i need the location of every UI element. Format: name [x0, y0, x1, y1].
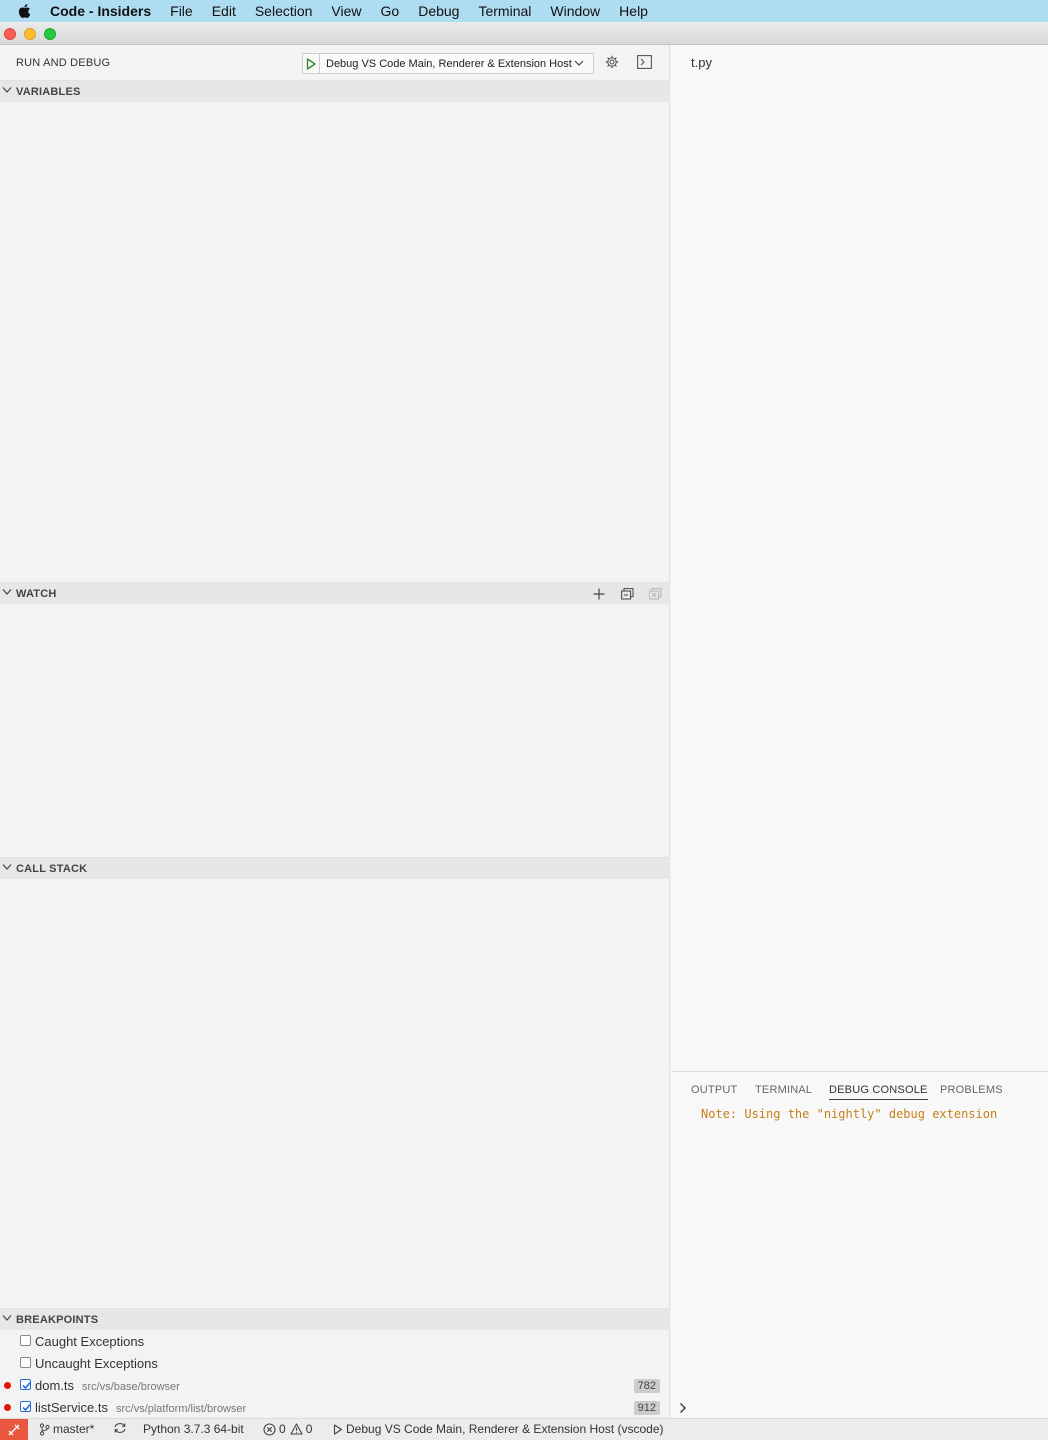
watch-section-title: WATCH: [16, 588, 57, 600]
chevron-down-icon: [2, 1315, 12, 1321]
call-stack-section-header[interactable]: CALL STACK: [0, 857, 670, 879]
close-all-icon: [648, 588, 661, 600]
breakpoint-file: dom.ts: [35, 1378, 75, 1393]
run-and-debug-sidebar: RUN AND DEBUG Debug VS Code Main, Render…: [0, 45, 670, 1418]
breakpoint-file-label: listService.ts src/vs/platform/list/brows…: [35, 1400, 246, 1415]
start-debugging-button[interactable]: [303, 54, 320, 73]
zoom-window-button[interactable]: [44, 28, 56, 40]
breakpoint-path: src/vs/base/browser: [82, 1381, 180, 1393]
checkmark-icon: [22, 1403, 31, 1412]
editor-area[interactable]: t.py: [671, 45, 1048, 1071]
breakpoint-dot-icon: [4, 1382, 11, 1389]
breakpoint-label: Caught Exceptions: [35, 1334, 145, 1349]
git-branch-label: master*: [53, 1422, 95, 1436]
git-branch-status[interactable]: master*: [39, 1422, 94, 1436]
launch-config-label: Debug VS Code Main, Renderer & Extension…: [326, 57, 572, 70]
chevron-down-icon: [2, 589, 12, 595]
macos-menubar: Code - Insiders File Edit Selection View…: [0, 0, 1048, 22]
problems-status[interactable]: 0 0: [263, 1422, 312, 1436]
add-expression-button[interactable]: [590, 585, 608, 603]
open-launch-json-button[interactable]: [603, 53, 621, 71]
chevron-down-icon: [2, 87, 12, 93]
breakpoint-label: Uncaught Exceptions: [35, 1356, 158, 1371]
variables-section-title: VARIABLES: [16, 86, 81, 98]
tab-terminal[interactable]: TERMINAL: [755, 1084, 812, 1096]
remove-all-expressions-button[interactable]: [646, 585, 664, 603]
sync-icon: [114, 1423, 126, 1433]
debug-target-label: Debug VS Code Main, Renderer & Extension…: [346, 1422, 664, 1436]
caught-exceptions-checkbox[interactable]: [20, 1335, 31, 1346]
menu-go[interactable]: Go: [381, 3, 400, 19]
breakpoint-file-label: dom.ts src/vs/base/browser: [35, 1378, 180, 1393]
close-window-button[interactable]: [4, 28, 16, 40]
variables-section-header[interactable]: VARIABLES: [0, 80, 670, 102]
app-name-menu[interactable]: Code - Insiders: [50, 3, 151, 19]
menu-help[interactable]: Help: [619, 3, 648, 19]
breakpoint-dom-ts[interactable]: dom.ts src/vs/base/browser 782: [0, 1374, 670, 1396]
menu-window[interactable]: Window: [550, 3, 600, 19]
breakpoint-line-badge: 782: [633, 1379, 660, 1393]
error-icon: [263, 1422, 276, 1436]
error-count: 0: [279, 1422, 286, 1436]
breakpoint-enabled-checkbox[interactable]: [20, 1379, 31, 1390]
play-icon: [333, 1423, 343, 1435]
breakpoints-section-title: BREAKPOINTS: [16, 1314, 99, 1326]
uncaught-exceptions-checkbox[interactable]: [20, 1357, 31, 1368]
window-titlebar: [0, 22, 1048, 45]
sidebar-title: RUN AND DEBUG: [16, 57, 111, 69]
tab-problems[interactable]: PROBLEMS: [940, 1084, 1003, 1096]
plus-icon: [593, 588, 605, 600]
debug-target-status[interactable]: Debug VS Code Main, Renderer & Extension…: [333, 1422, 664, 1436]
launch-config-dropdown[interactable]: Debug VS Code Main, Renderer & Extension…: [302, 53, 594, 74]
call-stack-section-title: CALL STACK: [16, 863, 88, 875]
menu-debug[interactable]: Debug: [418, 3, 459, 19]
breakpoints-section-header[interactable]: BREAKPOINTS: [0, 1308, 670, 1330]
breakpoint-caught-exceptions[interactable]: Caught Exceptions: [0, 1330, 670, 1352]
watch-section-header[interactable]: WATCH: [0, 582, 670, 604]
breakpoint-file: listService.ts: [35, 1400, 108, 1415]
breakpoint-enabled-checkbox[interactable]: [20, 1401, 31, 1412]
editor-tab-filename[interactable]: t.py: [691, 55, 712, 70]
status-bar: master* Python 3.7.3 64-bit 0 0 Debug VS…: [0, 1418, 1048, 1440]
chevron-down-icon: [574, 60, 584, 66]
menu-terminal[interactable]: Terminal: [478, 3, 531, 19]
debug-console-toggle-button[interactable]: [635, 53, 653, 71]
collapse-all-button[interactable]: [618, 585, 636, 603]
gear-icon: [605, 55, 619, 69]
menu-file[interactable]: File: [170, 3, 193, 19]
collapse-all-icon: [620, 588, 633, 600]
remote-indicator-button[interactable]: [0, 1419, 28, 1440]
breakpoint-line-badge: 912: [633, 1401, 660, 1415]
play-icon: [306, 57, 316, 70]
breakpoint-uncaught-exceptions[interactable]: Uncaught Exceptions: [0, 1352, 670, 1374]
sidebar-header: RUN AND DEBUG Debug VS Code Main, Render…: [0, 45, 670, 80]
terminal-icon: [636, 55, 652, 69]
checkmark-icon: [22, 1381, 31, 1390]
warning-icon: [290, 1423, 303, 1435]
sync-changes-button[interactable]: [113, 1422, 130, 1434]
repl-prompt-chevron-icon[interactable]: [679, 1402, 687, 1414]
python-interpreter-status[interactable]: Python 3.7.3 64-bit: [143, 1422, 244, 1436]
menu-edit[interactable]: Edit: [212, 3, 236, 19]
git-branch-icon: [39, 1422, 50, 1436]
remote-icon: [8, 1424, 20, 1436]
panel-tabs: OUTPUT TERMINAL DEBUG CONSOLE PROBLEMS: [671, 1072, 1048, 1107]
tab-debug-console[interactable]: DEBUG CONSOLE: [829, 1084, 928, 1100]
bottom-panel: OUTPUT TERMINAL DEBUG CONSOLE PROBLEMS N…: [671, 1071, 1048, 1418]
warning-count: 0: [305, 1422, 313, 1436]
tab-output[interactable]: OUTPUT: [691, 1084, 737, 1096]
minimize-window-button[interactable]: [24, 28, 36, 40]
breakpoint-dot-icon: [4, 1404, 11, 1411]
menu-view[interactable]: View: [331, 3, 361, 19]
breakpoint-path: src/vs/platform/list/browser: [115, 1403, 247, 1415]
menu-selection[interactable]: Selection: [255, 3, 313, 19]
breakpoint-listservice-ts[interactable]: listService.ts src/vs/platform/list/brows…: [0, 1396, 670, 1418]
debug-console-output-line: Note: Using the "nightly" debug extensio…: [701, 1107, 998, 1121]
chevron-down-icon: [2, 864, 12, 870]
apple-logo-icon[interactable]: [16, 2, 34, 20]
python-interpreter-label: Python 3.7.3 64-bit: [143, 1422, 244, 1436]
